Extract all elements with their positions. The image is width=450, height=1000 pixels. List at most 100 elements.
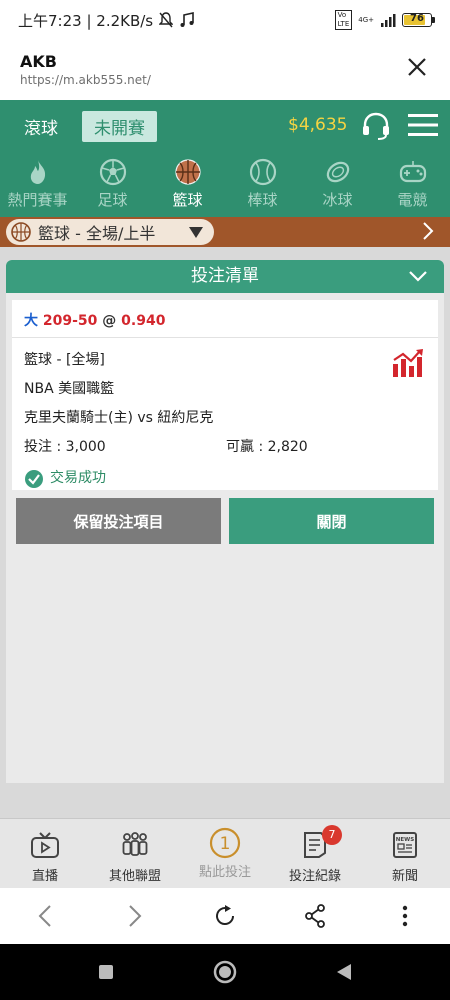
bet-stake: 投注 : 3,000 — [24, 439, 106, 455]
selection-at: @ — [102, 313, 117, 329]
bottom-nav-live[interactable]: 直播 — [0, 819, 90, 888]
system-nav-bar — [0, 944, 450, 1000]
bottom-nav-label: 點此投注 — [198, 865, 251, 880]
filter-bar: 籃球 - 全場/上半 — [0, 217, 450, 247]
bottom-nav-label: 其他聯盟 — [108, 869, 161, 884]
browser-toolbar — [0, 888, 450, 944]
status-bar: 上午7:23 | 2.2KB/s Vo LTE 4G+ 76 — [0, 0, 450, 40]
headset-icon[interactable] — [360, 110, 392, 142]
sport-tab-soccer[interactable]: 足球 — [75, 152, 150, 217]
basketball-icon — [174, 159, 201, 185]
app-navbar: 滾球 未開賽 $4,635 — [0, 100, 450, 152]
basketball-icon — [11, 222, 31, 242]
bottom-nav-records[interactable]: 投注紀錄 7 — [270, 819, 360, 888]
check-circle-icon — [25, 469, 43, 488]
bottom-nav-leagues[interactable]: 其他聯盟 — [90, 819, 180, 888]
close-button[interactable]: 關閉 — [229, 498, 434, 544]
trend-chart-icon[interactable] — [392, 348, 424, 378]
sport-label: 棒球 — [247, 191, 278, 209]
account-balance: $4,635 — [288, 115, 348, 135]
filter-label: 籃球 - 全場/上半 — [38, 224, 156, 243]
triangle-down-icon — [189, 227, 203, 238]
bottom-nav-label: 投注紀錄 — [288, 869, 341, 884]
bet-sport-market: 籃球 - [全場] — [24, 352, 105, 368]
news-icon: NEWS — [393, 832, 417, 858]
chevron-right-icon — [129, 905, 142, 927]
back-button[interactable] — [25, 896, 65, 936]
chevron-down-icon[interactable] — [408, 269, 428, 283]
recents-icon[interactable] — [97, 963, 115, 981]
selection-type: 大 — [24, 313, 38, 329]
bet-match: 克里夫蘭騎士(主) vs 紐約尼克 — [24, 410, 214, 426]
muted-bell-icon — [159, 12, 174, 28]
bottom-nav-bet[interactable]: 1 點此投注 — [180, 819, 270, 888]
reload-button[interactable] — [205, 896, 245, 936]
bet-slip-panel: 投注清單 大 209-50 @ 0.940 籃球 - [全場] NBA 美國職籃… — [6, 260, 444, 783]
back-triangle-icon[interactable] — [335, 962, 353, 982]
menu-icon[interactable] — [408, 112, 438, 138]
sport-label: 籃球 — [172, 191, 203, 209]
selection-odds: 0.940 — [121, 313, 166, 329]
bottom-nav: 直播 其他聯盟 1 點此投注 投注紀錄 7 NEWS 新聞 — [0, 818, 450, 888]
tab-live[interactable]: 滾球 — [24, 114, 58, 139]
baseball-icon — [249, 158, 276, 186]
volte-icon: Vo LTE — [334, 10, 353, 30]
bottom-nav-label: 直播 — [31, 869, 58, 884]
tv-icon — [31, 832, 59, 858]
records-badge: 7 — [322, 825, 342, 845]
battery-icon: 76 — [402, 13, 435, 27]
close-icon[interactable] — [406, 56, 428, 78]
battery-level: 76 — [410, 13, 424, 24]
reload-icon — [216, 905, 235, 925]
bet-slip-header[interactable]: 投注清單 — [6, 260, 444, 293]
music-note-icon — [180, 12, 194, 27]
sport-tab-hockey[interactable]: 冰球 — [300, 152, 375, 217]
sport-tab-hot[interactable]: 熱門賽事 — [0, 152, 75, 217]
hockey-icon — [326, 161, 349, 183]
site-title: AKB — [20, 52, 57, 71]
bet-card: 大 209-50 @ 0.940 籃球 - [全場] NBA 美國職籃 克里夫蘭… — [12, 300, 438, 490]
sport-label: 足球 — [97, 191, 128, 209]
bottom-nav-label: 新聞 — [391, 869, 418, 884]
sport-label: 熱門賽事 — [7, 191, 68, 209]
svg-text:NEWS: NEWS — [396, 837, 414, 843]
chevron-left-icon — [38, 905, 51, 927]
sport-label: 電競 — [397, 191, 428, 209]
bet-selection: 大 209-50 @ 0.940 — [12, 300, 438, 338]
sports-tabs: 熱門賽事 足球 籃球 棒球 冰球 電競 — [0, 152, 450, 217]
gamepad-icon — [399, 161, 426, 183]
svg-text:1: 1 — [220, 834, 231, 854]
home-icon[interactable] — [212, 959, 238, 985]
share-button[interactable] — [295, 896, 335, 936]
more-vertical-icon — [402, 905, 408, 927]
bet-to-win: 可贏 : 2,820 — [226, 439, 308, 455]
bet-league: NBA 美國職籃 — [24, 381, 115, 397]
market-filter-select[interactable]: 籃球 - 全場/上半 — [6, 219, 214, 245]
browser-header: AKB https://m.akb555.net/ — [0, 40, 450, 100]
sport-label: 冰球 — [322, 191, 353, 209]
sport-tab-baseball[interactable]: 棒球 — [225, 152, 300, 217]
chevron-right-icon[interactable] — [422, 220, 434, 242]
keep-selections-button[interactable]: 保留投注項目 — [16, 498, 221, 544]
slip-actions: 保留投注項目 關閉 — [16, 498, 434, 544]
forward-button[interactable] — [115, 896, 155, 936]
sport-tab-esports[interactable]: 電競 — [375, 152, 450, 217]
selection-line: 209-50 — [42, 313, 98, 329]
bet-slip-title: 投注清單 — [191, 266, 259, 286]
network-label: 4G+ — [358, 16, 374, 24]
fire-icon — [30, 160, 45, 184]
more-options-button[interactable] — [385, 896, 425, 936]
tab-upcoming[interactable]: 未開賽 — [82, 110, 157, 142]
number-one-icon: 1 — [209, 827, 241, 859]
bet-details: 籃球 - [全場] NBA 美國職籃 克里夫蘭騎士(主) vs 紐約尼克 投注 … — [12, 338, 438, 501]
sport-tab-basketball[interactable]: 籃球 — [150, 152, 225, 217]
bet-status: 交易成功 — [24, 464, 426, 493]
bet-status-label: 交易成功 — [50, 470, 106, 486]
bottom-nav-news[interactable]: NEWS 新聞 — [360, 819, 450, 888]
people-icon — [122, 832, 148, 856]
share-icon — [305, 904, 325, 928]
site-url: https://m.akb555.net/ — [20, 73, 151, 87]
status-time: 上午7:23 | 2.2KB/s — [18, 11, 154, 30]
signal-icon — [381, 14, 396, 27]
soccer-icon — [99, 158, 126, 186]
